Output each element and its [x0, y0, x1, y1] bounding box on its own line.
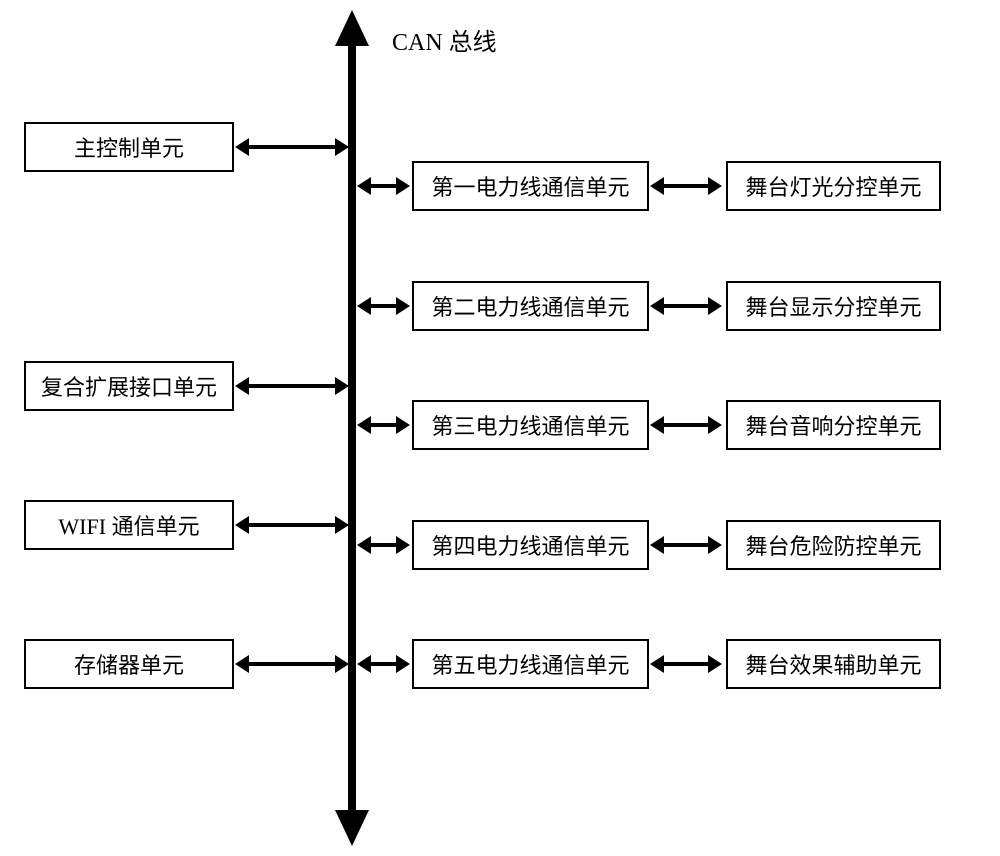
box-stage-danger: 舞台危险防控单元: [726, 520, 941, 570]
box-wifi-comm: WIFI 通信单元: [24, 500, 234, 550]
box-powerline-1: 第一电力线通信单元: [412, 161, 649, 211]
box-powerline-2: 第二电力线通信单元: [412, 281, 649, 331]
box-composite-expansion: 复合扩展接口单元: [24, 361, 234, 411]
bus-arrow-up-icon: [335, 10, 369, 46]
arrow-row2-bus: [369, 304, 398, 308]
arrow-row1-mid: [662, 184, 710, 188]
box-main-control: 主控制单元: [24, 122, 234, 172]
arrow-row1-bus: [369, 184, 398, 188]
box-powerline-5: 第五电力线通信单元: [412, 639, 649, 689]
bus-line: [348, 32, 356, 822]
can-bus-diagram: CAN 总线 主控制单元 复合扩展接口单元 WIFI 通信单元 存储器单元 第一…: [0, 0, 1000, 856]
bus-arrow-down-icon: [335, 810, 369, 846]
arrow-memory: [247, 662, 337, 666]
box-powerline-3: 第三电力线通信单元: [412, 400, 649, 450]
arrow-row4-bus: [369, 543, 398, 547]
box-memory: 存储器单元: [24, 639, 234, 689]
bus-label: CAN 总线: [392, 22, 497, 57]
arrow-row3-mid: [662, 423, 710, 427]
arrow-row3-bus: [369, 423, 398, 427]
arrow-composite-expansion: [247, 384, 337, 388]
box-stage-lighting: 舞台灯光分控单元: [726, 161, 941, 211]
arrow-row4-mid: [662, 543, 710, 547]
box-stage-effect: 舞台效果辅助单元: [726, 639, 941, 689]
arrow-main-control: [247, 145, 337, 149]
arrow-row2-mid: [662, 304, 710, 308]
box-stage-audio: 舞台音响分控单元: [726, 400, 941, 450]
box-stage-display: 舞台显示分控单元: [726, 281, 941, 331]
arrow-wifi-comm: [247, 523, 337, 527]
arrow-row5-bus: [369, 662, 398, 666]
box-powerline-4: 第四电力线通信单元: [412, 520, 649, 570]
arrow-row5-mid: [662, 662, 710, 666]
